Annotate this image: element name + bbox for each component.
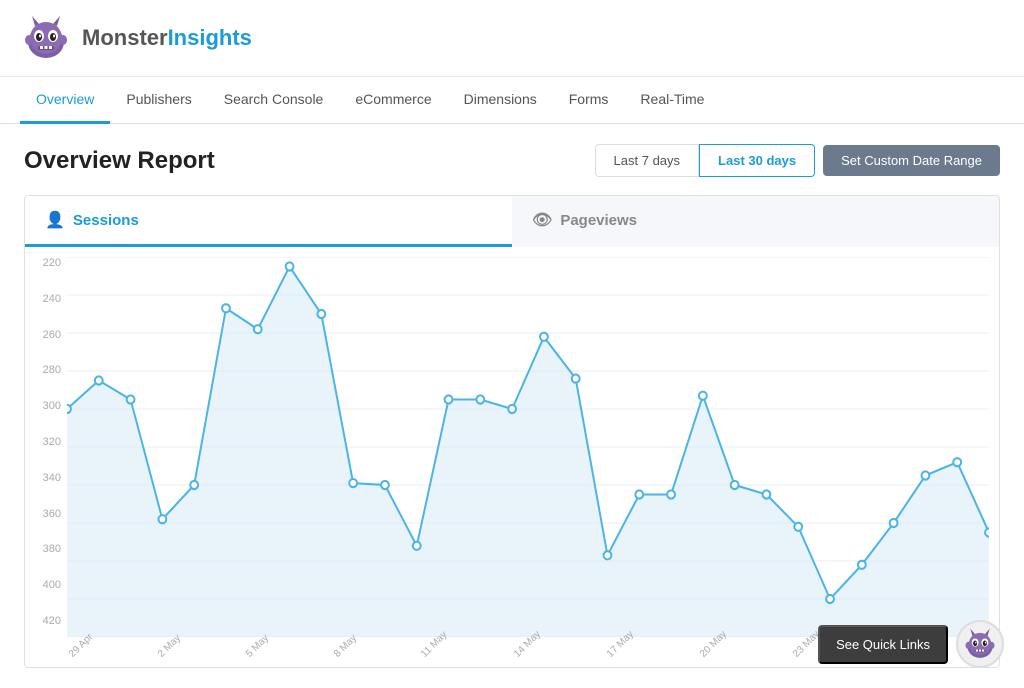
- tab-pageviews[interactable]: 👁 Pageviews: [512, 196, 999, 247]
- main-content: Overview Report Last 7 days Last 30 days…: [0, 124, 1024, 688]
- y-label-340: 340: [25, 472, 67, 484]
- chart-svg-wrapper: [67, 257, 989, 637]
- pageviews-icon: 👁: [532, 210, 552, 230]
- y-label-320: 320: [25, 436, 67, 448]
- nav-item-publishers[interactable]: Publishers: [110, 77, 207, 124]
- report-header: Overview Report Last 7 days Last 30 days…: [24, 144, 1000, 177]
- nav-item-overview[interactable]: Overview: [20, 77, 110, 124]
- line-chart: [67, 257, 989, 637]
- y-label-400: 400: [25, 579, 67, 591]
- y-label-380: 380: [25, 543, 67, 555]
- last-30-days-button[interactable]: Last 30 days: [699, 144, 815, 177]
- y-label-220: 220: [25, 257, 67, 269]
- sessions-icon: 👤: [45, 210, 65, 230]
- nav-item-forms[interactable]: Forms: [553, 77, 625, 124]
- quick-links-monster-icon[interactable]: [956, 620, 1004, 668]
- main-nav: Overview Publishers Search Console eComm…: [0, 77, 1024, 124]
- y-label-420: 420: [25, 615, 67, 627]
- last-7-days-button[interactable]: Last 7 days: [595, 144, 700, 177]
- monster-logo-icon: [20, 12, 72, 64]
- nav-item-realtime[interactable]: Real-Time: [624, 77, 720, 124]
- date-controls: Last 7 days Last 30 days Set Custom Date…: [595, 144, 1000, 177]
- report-title: Overview Report: [24, 147, 215, 175]
- nav-item-dimensions[interactable]: Dimensions: [448, 77, 553, 124]
- logo-text: MonsterInsights: [82, 25, 252, 51]
- nav-item-search-console[interactable]: Search Console: [208, 77, 340, 124]
- y-axis: 420 400 380 360 340 320 300 280 260 240 …: [25, 247, 67, 637]
- chart-card: 👤 Sessions 👁 Pageviews 420 400 380 360 3…: [24, 195, 1000, 668]
- nav-item-ecommerce[interactable]: eCommerce: [339, 77, 447, 124]
- y-label-280: 280: [25, 364, 67, 376]
- y-label-300: 300: [25, 400, 67, 412]
- logo-area: MonsterInsights: [20, 12, 252, 64]
- custom-date-range-button[interactable]: Set Custom Date Range: [823, 145, 1000, 176]
- y-label-260: 260: [25, 329, 67, 341]
- app-header: MonsterInsights: [0, 0, 1024, 77]
- tab-sessions[interactable]: 👤 Sessions: [25, 196, 512, 247]
- chart-tabs: 👤 Sessions 👁 Pageviews: [25, 196, 999, 247]
- quick-links-area: See Quick Links: [818, 620, 1004, 668]
- quick-links-button[interactable]: See Quick Links: [818, 625, 948, 664]
- chart-area: 420 400 380 360 340 320 300 280 260 240 …: [25, 247, 999, 667]
- y-label-360: 360: [25, 508, 67, 520]
- y-label-240: 240: [25, 293, 67, 305]
